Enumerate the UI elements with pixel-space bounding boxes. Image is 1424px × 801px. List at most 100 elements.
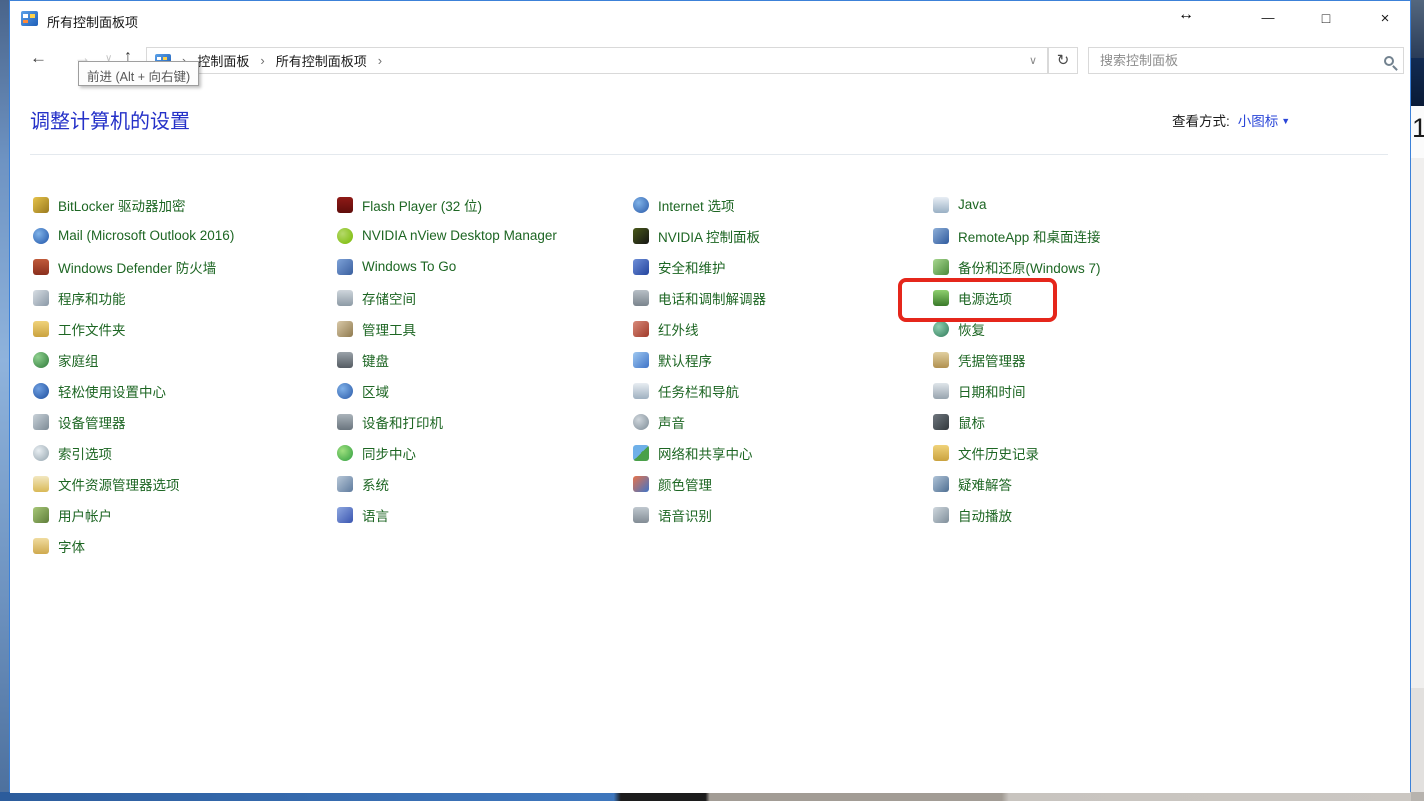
minimize-button[interactable]: — [1256,10,1280,25]
item-label: 家庭组 [58,350,99,370]
control-panel-item[interactable]: 设备管理器 [33,406,337,437]
sound-speaker-icon [633,414,649,430]
control-panel-item[interactable]: 程序和功能 [33,282,337,313]
address-dropdown-chevron-icon[interactable]: ∨ [1029,54,1039,67]
power-options-battery-icon [933,290,949,306]
control-panel-item[interactable]: 语音识别 [633,499,933,530]
search-icon [1384,56,1394,66]
item-label: 设备管理器 [58,412,126,432]
mouse-icon [933,414,949,430]
breadcrumb-control-panel[interactable]: 控制面板 [197,51,249,70]
item-label: 自动播放 [958,505,1012,525]
control-panel-item[interactable]: Windows To Go [337,251,633,282]
control-panel-item[interactable]: 日期和时间 [933,375,1233,406]
control-panel-item[interactable]: 用户帐户 [33,499,337,530]
fonts-icon [33,538,49,554]
control-panel-item[interactable]: 鼠标 [933,406,1233,437]
control-panel-item[interactable]: 电话和调制解调器 [633,282,933,313]
file-explorer-options-icon [33,476,49,492]
control-panel-item[interactable]: 系统 [337,468,633,499]
item-label: 鼠标 [958,412,985,432]
control-panel-item[interactable]: 声音 [633,406,933,437]
control-panel-item[interactable]: NVIDIA 控制面板 [633,220,933,251]
header-divider [30,154,1388,155]
control-panel-item[interactable]: 家庭组 [33,344,337,375]
control-panel-item[interactable]: 同步中心 [337,437,633,468]
control-panel-item[interactable]: 凭据管理器 [933,344,1233,375]
control-panel-item[interactable]: Flash Player (32 位) [337,189,633,220]
search-input[interactable] [1098,52,1384,69]
control-panel-item[interactable]: 自动播放 [933,499,1233,530]
control-panel-item[interactable]: 文件历史记录 [933,437,1233,468]
item-label: Internet 选项 [658,195,735,215]
control-panel-item[interactable]: Mail (Microsoft Outlook 2016) [33,220,337,251]
control-panel-item[interactable]: 区域 [337,375,633,406]
security-maintenance-flag-icon [633,259,649,275]
item-label: 日期和时间 [958,381,1026,401]
control-panel-item[interactable]: 默认程序 [633,344,933,375]
items-grid: BitLocker 驱动器加密 Mail (Microsoft Outlook … [33,189,1233,561]
view-by-value-link[interactable]: 小图标 [1238,114,1279,129]
control-panel-item[interactable]: 电源选项 [933,282,1233,313]
control-panel-item[interactable]: 备份和还原(Windows 7) [933,251,1233,282]
control-panel-item[interactable]: 恢复 [933,313,1233,344]
item-label: 管理工具 [362,319,416,339]
items-column: BitLocker 驱动器加密 Mail (Microsoft Outlook … [33,189,337,561]
maximize-button[interactable]: □ [1314,10,1338,26]
close-button[interactable]: × [1373,10,1397,27]
bitlocker-key-icon [33,197,49,213]
control-panel-item[interactable]: RemoteApp 和桌面连接 [933,220,1233,251]
control-panel-item[interactable]: 字体 [33,530,337,561]
search-box[interactable] [1088,47,1404,74]
keyboard-icon [337,352,353,368]
control-panel-item[interactable]: 疑难解答 [933,468,1233,499]
control-panel-item[interactable]: 设备和打印机 [337,406,633,437]
control-panel-item[interactable]: 文件资源管理器选项 [33,468,337,499]
item-label: 电源选项 [958,288,1012,308]
item-label: 存储空间 [362,288,416,308]
item-label: NVIDIA nView Desktop Manager [362,228,557,243]
flash-player-icon [337,197,353,213]
page-title: 调整计算机的设置 [30,105,190,134]
control-panel-item[interactable]: 工作文件夹 [33,313,337,344]
control-panel-item[interactable]: 网络和共享中心 [633,437,933,468]
control-panel-item[interactable]: 颜色管理 [633,468,933,499]
desktop-background-left [0,0,9,801]
item-label: 安全和维护 [658,257,726,277]
refresh-button[interactable]: ↻ [1048,47,1078,74]
chevron-down-icon[interactable]: ▼ [1281,116,1290,126]
date-time-icon [933,383,949,399]
titlebar[interactable]: 所有控制面板项 ↔ — □ × [10,1,1410,39]
work-folders-icon [33,321,49,337]
internet-options-icon [633,197,649,213]
control-panel-item[interactable]: 轻松使用设置中心 [33,375,337,406]
infrared-icon [633,321,649,337]
background-window-fragment [1411,58,1424,106]
recovery-icon [933,321,949,337]
control-panel-item[interactable]: Java [933,189,1233,220]
control-panel-item[interactable]: 索引选项 [33,437,337,468]
control-panel-item[interactable]: NVIDIA nView Desktop Manager [337,220,633,251]
control-panel-item[interactable]: 键盘 [337,344,633,375]
address-bar[interactable]: › 控制面板 › 所有控制面板项 › ∨ [146,47,1048,74]
control-panel-item[interactable]: 红外线 [633,313,933,344]
item-label: 语音识别 [658,505,712,525]
control-panel-item[interactable]: Windows Defender 防火墙 [33,251,337,282]
programs-features-icon [33,290,49,306]
backup-restore-icon [933,259,949,275]
breadcrumb-all-items[interactable]: 所有控制面板项 [276,51,367,70]
control-panel-item[interactable]: 安全和维护 [633,251,933,282]
item-label: 红外线 [658,319,699,339]
control-panel-item[interactable]: 语言 [337,499,633,530]
item-label: 语言 [362,505,389,525]
control-panel-item[interactable]: BitLocker 驱动器加密 [33,189,337,220]
control-panel-item[interactable]: 任务栏和导航 [633,375,933,406]
breadcrumb-chevron-icon: › [378,53,382,68]
control-panel-item[interactable]: 管理工具 [337,313,633,344]
back-button[interactable]: ← [30,48,47,68]
control-panel-item[interactable]: 存储空间 [337,282,633,313]
control-panel-item[interactable]: Internet 选项 [633,189,933,220]
region-icon [337,383,353,399]
firewall-brick-icon [33,259,49,275]
mail-outlook-icon [33,228,49,244]
